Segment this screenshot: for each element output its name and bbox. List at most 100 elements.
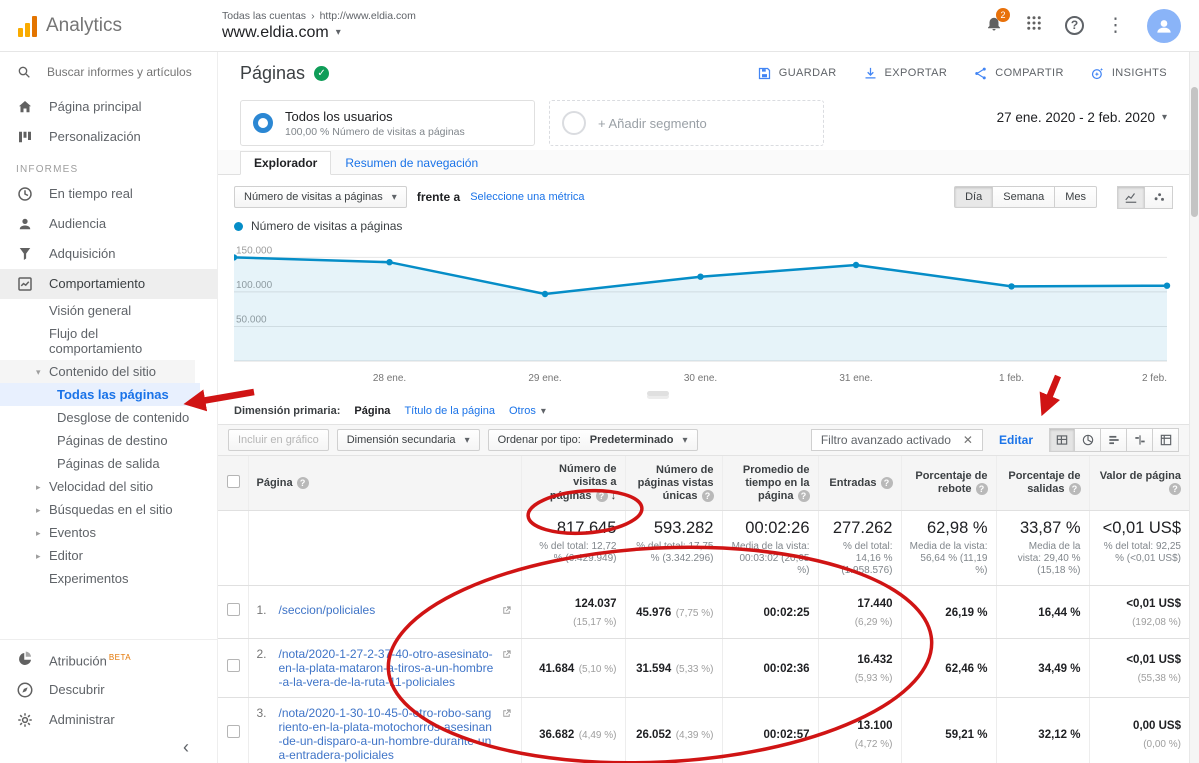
header-page[interactable]: Página?	[248, 456, 521, 511]
acquisition-icon	[16, 245, 34, 263]
sidebar-item-label: Editor	[49, 548, 83, 563]
line-chart-toggle-button[interactable]	[1117, 186, 1145, 209]
pageviews-line-chart[interactable]: 50.000100.000150.00028 ene.29 ene.30 ene…	[234, 237, 1173, 385]
percentage-view-button[interactable]	[1075, 428, 1101, 452]
export-button[interactable]: EXPORTAR	[863, 66, 948, 81]
breadcrumb-property[interactable]: http://www.eldia.com	[320, 10, 416, 22]
sidebar-item-behavior-flow[interactable]: Flujo del comportamiento	[0, 322, 195, 360]
sidebar-search[interactable]	[0, 52, 217, 92]
header-pageviews[interactable]: Número de visitas a páginas?↓	[521, 456, 625, 511]
header-bounce-rate[interactable]: Porcentaje de rebote?	[901, 456, 996, 511]
sidebar-item-admin[interactable]: Administrar	[0, 705, 217, 735]
header-page-value[interactable]: Valor de página?	[1089, 456, 1189, 511]
dimension-page-title[interactable]: Título de la página	[404, 405, 495, 417]
external-link-icon[interactable]	[501, 647, 513, 665]
sidebar-item-behavior[interactable]: Comportamiento	[0, 269, 217, 299]
help-icon[interactable]: ?	[881, 477, 893, 489]
edit-filter-link[interactable]: Editar	[999, 433, 1033, 447]
sidebar-collapse[interactable]: ‹	[0, 735, 217, 763]
breadcrumb[interactable]: Todas las cuentas › http://www.eldia.com	[222, 10, 416, 22]
avatar[interactable]	[1147, 9, 1181, 43]
pivot-view-button[interactable]	[1153, 428, 1179, 452]
sidebar-item-publisher[interactable]: ▸ Editor	[0, 544, 195, 567]
help-icon[interactable]: ?	[976, 483, 988, 495]
add-segment-button[interactable]: + Añadir segmento	[549, 100, 824, 146]
row-checkbox[interactable]	[227, 659, 240, 672]
segment-all-users[interactable]: Todos los usuarios 100,00 % Número de vi…	[240, 100, 535, 146]
motion-chart-toggle-button[interactable]	[1145, 186, 1173, 209]
external-link-icon[interactable]	[501, 603, 513, 621]
dimension-page[interactable]: Página	[354, 405, 390, 417]
analytics-logo[interactable]: Analytics	[0, 15, 218, 37]
select-all-checkbox[interactable]	[227, 475, 240, 488]
chevron-down-icon: ▾	[392, 192, 397, 203]
help-icon[interactable]: ?	[297, 477, 309, 489]
sidebar-item-attribution[interactable]: AtribuciónBETA	[0, 644, 217, 675]
help-icon[interactable]: ?	[1069, 483, 1081, 495]
scrollbar-thumb[interactable]	[1191, 87, 1198, 217]
help-icon[interactable]: ?	[596, 490, 608, 502]
page-link[interactable]: /nota/2020-1-27-2-37-40-otro-asesinato-e…	[279, 647, 495, 689]
secondary-dimension-dropdown[interactable]: Dimensión secundaria ▾	[337, 429, 480, 451]
sort-type-value: Predeterminado	[590, 434, 674, 446]
sort-type-dropdown[interactable]: Ordenar por tipo: Predeterminado ▾	[488, 429, 698, 451]
performance-view-button[interactable]	[1101, 428, 1127, 452]
sidebar-item-audience[interactable]: Audiencia	[0, 209, 217, 239]
remove-filter-button[interactable]: ✕	[963, 433, 973, 447]
sidebar-item-site-search[interactable]: ▸ Búsquedas en el sitio	[0, 498, 195, 521]
data-view-button[interactable]	[1049, 428, 1075, 452]
tab-navigation-summary[interactable]: Resumen de navegación	[331, 152, 492, 174]
sidebar-item-landing-pages[interactable]: Páginas de destino	[0, 429, 200, 452]
help-button[interactable]: ?	[1065, 16, 1084, 35]
sidebar-item-all-pages[interactable]: Todas las páginas	[0, 383, 200, 406]
property-selector[interactable]: www.eldia.com ▾	[222, 24, 416, 42]
select-metric-link[interactable]: Seleccione una métrica	[470, 191, 584, 203]
header-exit-rate[interactable]: Porcentaje de salidas?	[996, 456, 1089, 511]
dimension-more[interactable]: Otros ▾	[509, 405, 546, 417]
sidebar-item-discover[interactable]: Descubrir	[0, 675, 217, 705]
sidebar-item-customization[interactable]: Personalización	[0, 122, 217, 152]
metric-dropdown[interactable]: Número de visitas a páginas ▾	[234, 186, 407, 208]
granularity-day-button[interactable]: Día	[954, 186, 993, 208]
help-icon[interactable]: ?	[702, 490, 714, 502]
chart-range-handle[interactable]	[647, 391, 669, 396]
search-input[interactable]	[45, 64, 195, 80]
sidebar-item-content-drilldown[interactable]: Desglose de contenido	[0, 406, 200, 429]
vertical-scrollbar[interactable]	[1189, 52, 1199, 763]
breadcrumb-account[interactable]: Todas las cuentas	[222, 10, 306, 22]
granularity-month-button[interactable]: Mes	[1055, 186, 1097, 208]
help-icon[interactable]: ?	[798, 490, 810, 502]
row-checkbox[interactable]	[227, 725, 240, 738]
tab-explorer[interactable]: Explorador	[240, 151, 331, 175]
more-menu-button[interactable]: ⋮	[1106, 17, 1125, 35]
sidebar-item-site-speed[interactable]: ▸ Velocidad del sitio	[0, 475, 195, 498]
save-button[interactable]: GUARDAR	[757, 66, 837, 81]
sidebar-item-overview[interactable]: Visión general	[0, 299, 195, 322]
row-checkbox[interactable]	[227, 603, 240, 616]
page-link[interactable]: /nota/2020-1-30-10-45-0-otro-robo-sangri…	[279, 706, 495, 762]
page-link[interactable]: /seccion/policiales	[279, 603, 495, 617]
insights-button[interactable]: INSIGHTS	[1090, 66, 1167, 81]
sidebar-item-exit-pages[interactable]: Páginas de salida	[0, 452, 200, 475]
sidebar-item-home[interactable]: Página principal	[0, 92, 217, 122]
sidebar-item-realtime[interactable]: En tiempo real	[0, 179, 217, 209]
sidebar-item-events[interactable]: ▸ Eventos	[0, 521, 195, 544]
sidebar-item-site-content[interactable]: ▾ Contenido del sitio	[0, 360, 195, 383]
apps-grid-button[interactable]	[1025, 14, 1043, 37]
header-unique-pageviews[interactable]: Número de páginas vistas únicas?	[625, 456, 722, 511]
date-range-picker[interactable]: 27 ene. 2020 - 2 feb. 2020 ▾	[997, 100, 1167, 125]
granularity-week-button[interactable]: Semana	[993, 186, 1055, 208]
header-entrances[interactable]: Entradas?	[818, 456, 901, 511]
plot-rows-button[interactable]: Incluir en gráfico	[228, 429, 329, 451]
help-icon[interactable]: ?	[1169, 483, 1181, 495]
share-button[interactable]: COMPARTIR	[973, 66, 1064, 81]
sidebar-item-experiments[interactable]: Experimentos	[0, 567, 195, 590]
external-link-icon[interactable]	[501, 706, 513, 724]
sidebar-item-label: Audiencia	[49, 216, 106, 232]
beta-badge: BETA	[109, 653, 131, 662]
notifications-button[interactable]: 2	[985, 14, 1003, 37]
sidebar-item-acquisition[interactable]: Adquisición	[0, 239, 217, 269]
comparison-view-button[interactable]	[1127, 428, 1153, 452]
header-avg-time[interactable]: Promedio de tiempo en la página?	[722, 456, 818, 511]
sort-desc-icon[interactable]: ↓	[611, 488, 617, 502]
